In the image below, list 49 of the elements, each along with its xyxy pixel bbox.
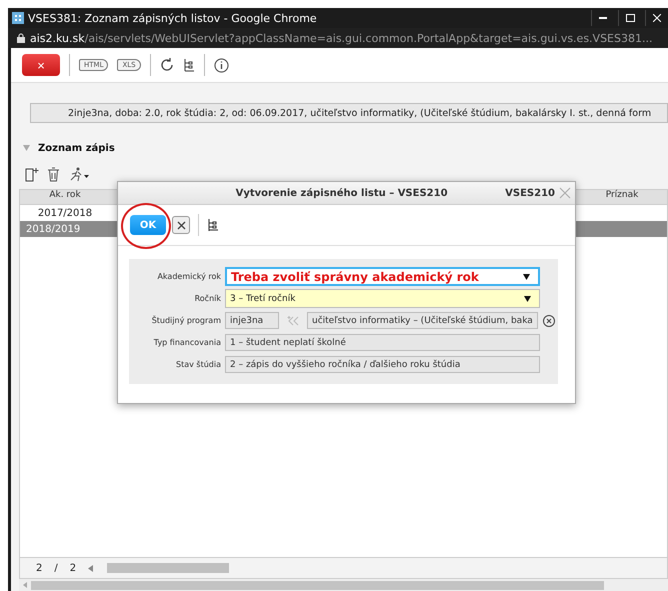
dropdown-field[interactable]: Treba zvoliť správny akademický rok — [225, 267, 540, 286]
app-icon — [12, 12, 24, 24]
dropdown-value: 3 – Tretí ročník — [230, 294, 296, 304]
info-bar: 2inje3na, doba: 2.0, rok štúdia: 2, od: 06.09.2017, učiteľstvo informatiky, (Učiteľské štúdium, bakalársky I. st., denná form — [30, 103, 668, 123]
lock-icon — [17, 33, 25, 43]
window-title: VSES381: Zoznam zápisných listov - Google Chrome — [28, 12, 318, 24]
info-icon[interactable] — [214, 58, 229, 72]
table-row[interactable]: 2017/2018 — [20, 205, 110, 221]
dropdown-arrow-icon[interactable] — [523, 274, 530, 280]
close-icon — [653, 14, 661, 22]
running-figure-dropdown-icon[interactable] — [68, 166, 90, 182]
tree-icon[interactable] — [182, 58, 195, 72]
section-title: Zoznam zápis — [38, 142, 115, 154]
page-total: 2 — [70, 562, 76, 574]
scrollbar-thumb[interactable] — [31, 580, 604, 590]
close-button[interactable]: × — [22, 54, 60, 76]
field-label: Typ financovania — [152, 338, 222, 347]
table-cell: 2017/2018 — [38, 208, 92, 218]
dialog-code: VSES210 — [505, 188, 555, 198]
dropdown-value: Treba zvoliť správny akademický rok — [231, 270, 479, 284]
minimize-icon — [599, 16, 607, 20]
readonly-field: 2 – zápis do vyššieho ročníka / ďalšieho roku štúdia — [225, 356, 540, 373]
close-icon — [176, 220, 186, 230]
field-label: Študijný program — [150, 316, 222, 325]
column-header[interactable]: Ak. rok — [20, 190, 110, 204]
field-label: Ročník — [194, 294, 222, 303]
new-document-icon[interactable] — [25, 166, 39, 182]
table-cell: 2018/2019 — [26, 224, 80, 234]
url-host[interactable]: ais2.ku.sk — [30, 32, 85, 44]
refresh-icon[interactable] — [160, 58, 174, 72]
tree-icon[interactable] — [207, 219, 219, 231]
dropdown-field[interactable]: 3 – Tretí ročník — [225, 289, 540, 308]
page-number: 2 — [36, 562, 42, 574]
page-separator: / — [54, 562, 58, 574]
field-label: Stav štúdia — [175, 360, 222, 369]
column-header[interactable]: Príznak — [577, 190, 667, 204]
dialog-title: Vytvorenie zápisného listu – VSES210 — [234, 188, 449, 198]
scrollbar-thumb[interactable] — [107, 563, 230, 573]
program-name-field: učiteľstvo informatiky – (Učiteľské štúdium, baka — [307, 312, 538, 329]
scroll-left-icon[interactable] — [88, 564, 94, 572]
dropdown-arrow-icon[interactable] — [524, 296, 531, 302]
trash-icon[interactable] — [47, 166, 60, 182]
readonly-field: 1 – študent neplatí školné — [225, 334, 540, 351]
url-path[interactable]: /ais/servlets/WebUIServlet?appClassName=ais.gui.common.PortalApp&target=ais.gui.vs.es.VSES381... — [84, 32, 652, 44]
maximize-icon — [626, 14, 634, 22]
field-label: Akademický rok — [156, 272, 222, 281]
cancel-button[interactable] — [172, 216, 190, 234]
clear-icon[interactable] — [542, 314, 556, 328]
program-code-field: inje3na — [225, 312, 279, 329]
